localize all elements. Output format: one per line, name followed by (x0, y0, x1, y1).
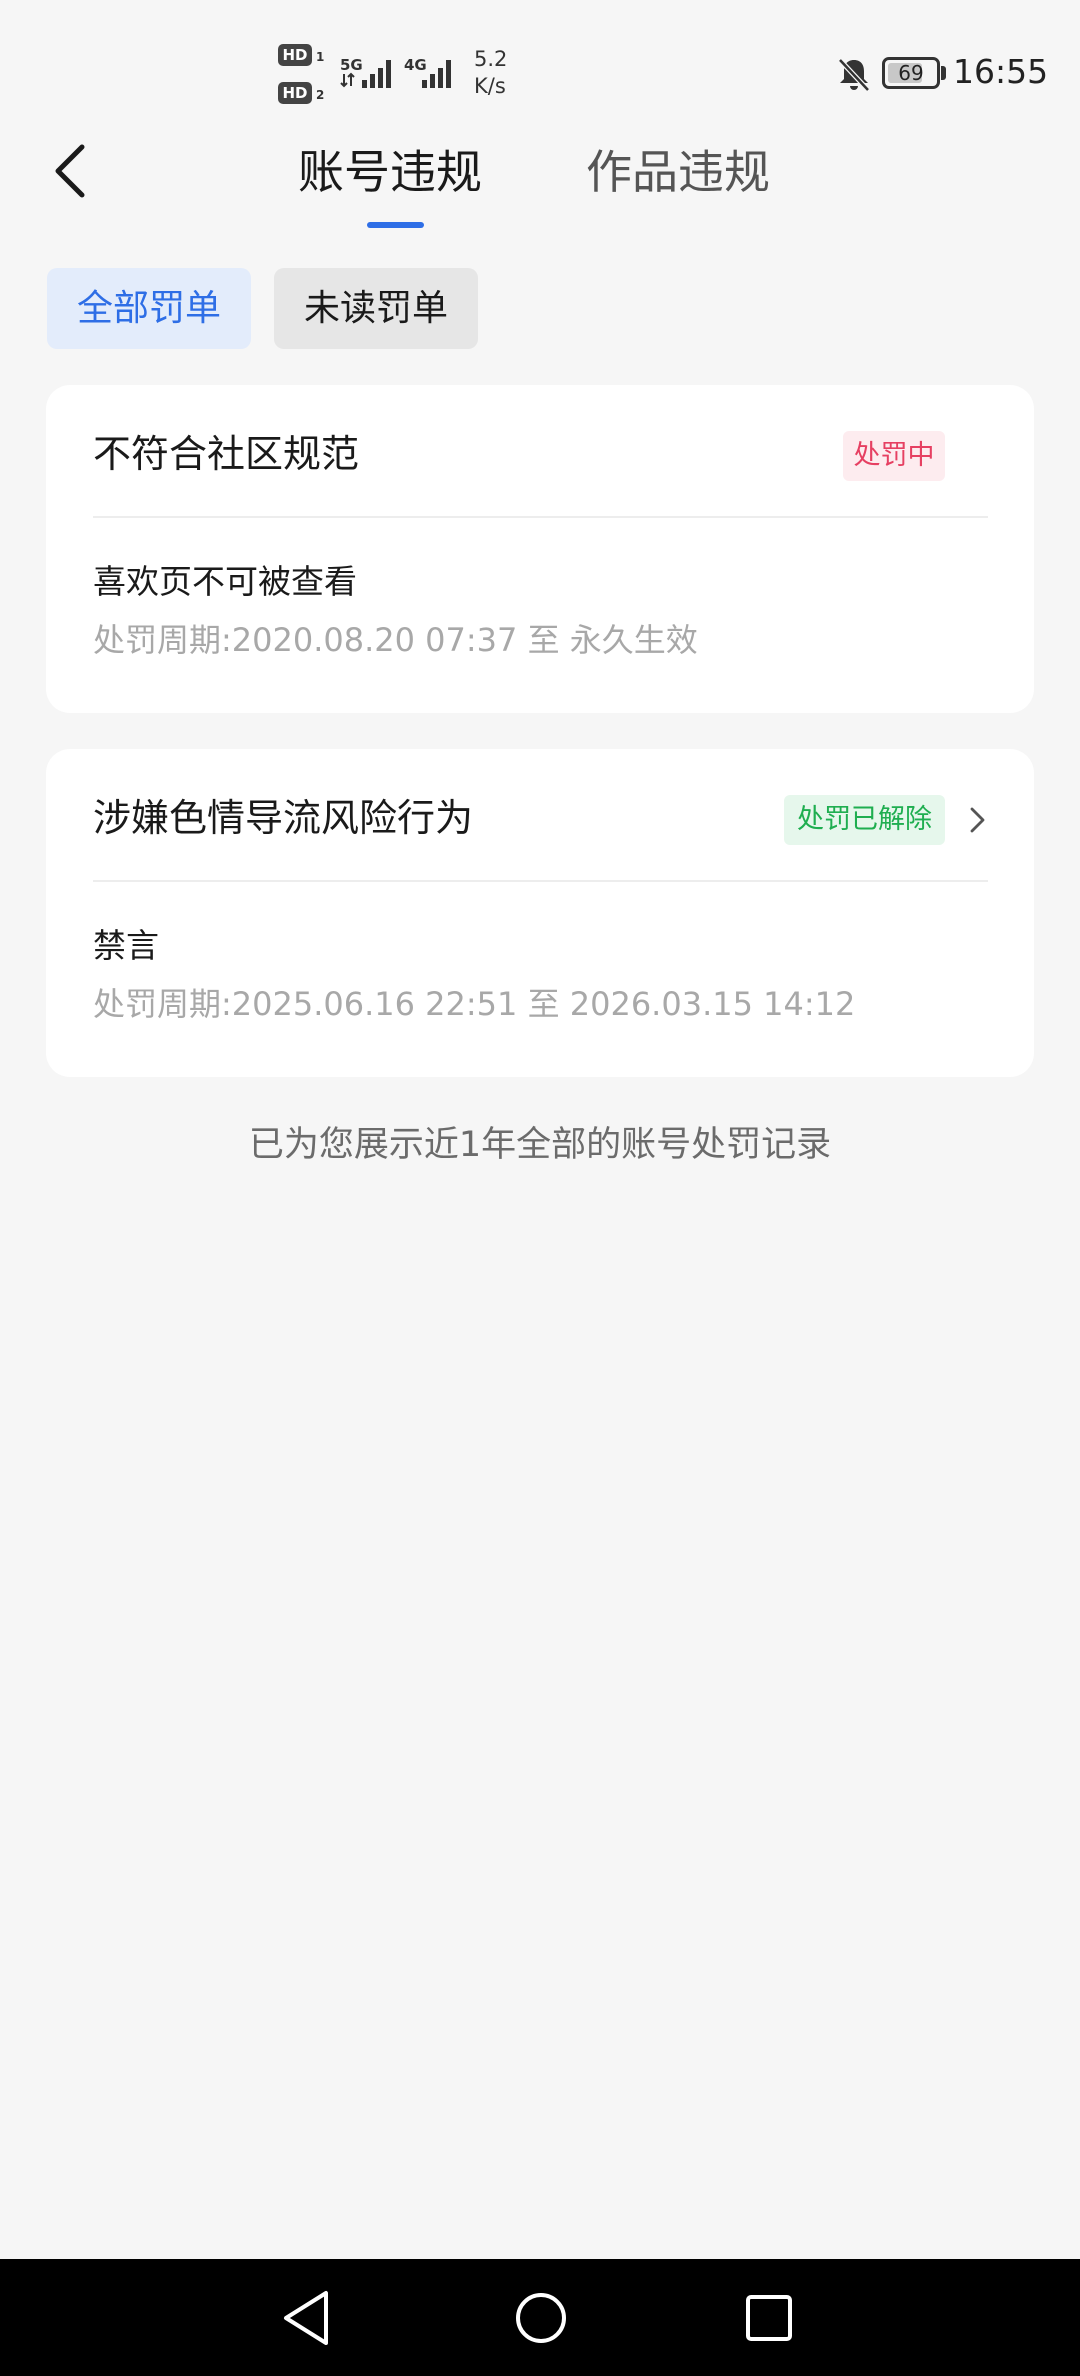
penalty-title: 不符合社区规范 (93, 432, 360, 476)
chevron-right-icon[interactable] (962, 805, 992, 835)
status-bar: HD 1 HD 2 5G 4G 5.2 K/s 69 16:55 (0, 0, 1080, 150)
status-badge: 处罚中 (843, 431, 945, 481)
hd1-badge: HD (278, 44, 312, 66)
battery-icon: 69 (882, 57, 940, 89)
network-speed: 5.2 K/s (474, 46, 544, 100)
tab-work-violations[interactable]: 作品违规 (586, 140, 770, 204)
bell-off-icon (838, 58, 870, 92)
chevron-left-icon (55, 144, 85, 198)
filter-all-tickets[interactable]: 全部罚单 (47, 268, 251, 349)
hd2-badge: HD (278, 82, 312, 104)
back-button[interactable] (40, 138, 100, 204)
penalty-period: 处罚周期:2020.08.20 07:37 至 永久生效 (93, 621, 698, 659)
signal-icon (340, 60, 391, 88)
filter-unread-tickets[interactable]: 未读罚单 (274, 268, 478, 349)
network-speed-unit: K/s (474, 74, 506, 98)
divider (93, 880, 988, 882)
hd1-sub: 1 (316, 50, 325, 64)
penalty-title: 涉嫌色情导流风险行为 (93, 796, 474, 840)
tab-account-violations[interactable]: 账号违规 (298, 140, 482, 204)
penalty-card[interactable]: 不符合社区规范 处罚中 喜欢页不可被查看 处罚周期:2020.08.20 07:… (46, 385, 1034, 713)
battery-level: 69 (898, 61, 924, 85)
penalty-period: 处罚周期:2025.06.16 22:51 至 2026.03.15 14:12 (93, 985, 856, 1023)
penalty-card[interactable]: 涉嫌色情导流风险行为 处罚已解除 禁言 处罚周期:2025.06.16 22:5… (46, 749, 1034, 1077)
signal-icon-2 (422, 60, 451, 88)
nav-back-icon[interactable] (276, 2285, 342, 2351)
nav-home-icon[interactable] (508, 2285, 574, 2351)
status-badge: 处罚已解除 (784, 795, 945, 845)
hd2-sub: 2 (316, 88, 325, 102)
penalty-action: 禁言 (93, 926, 159, 965)
battery-tip (941, 66, 946, 80)
clock: 16:55 (953, 52, 1049, 91)
nav-recent-icon[interactable] (736, 2285, 802, 2351)
penalty-action: 喜欢页不可被查看 (93, 562, 357, 601)
divider (93, 516, 988, 518)
active-tab-indicator (367, 222, 424, 228)
system-nav-bar (0, 2259, 1080, 2376)
hd-voice-indicator: HD 1 HD 2 (278, 44, 330, 110)
records-footer-note: 已为您展示近1年全部的账号处罚记录 (248, 1125, 832, 1165)
network-speed-value: 5.2 (474, 47, 508, 71)
